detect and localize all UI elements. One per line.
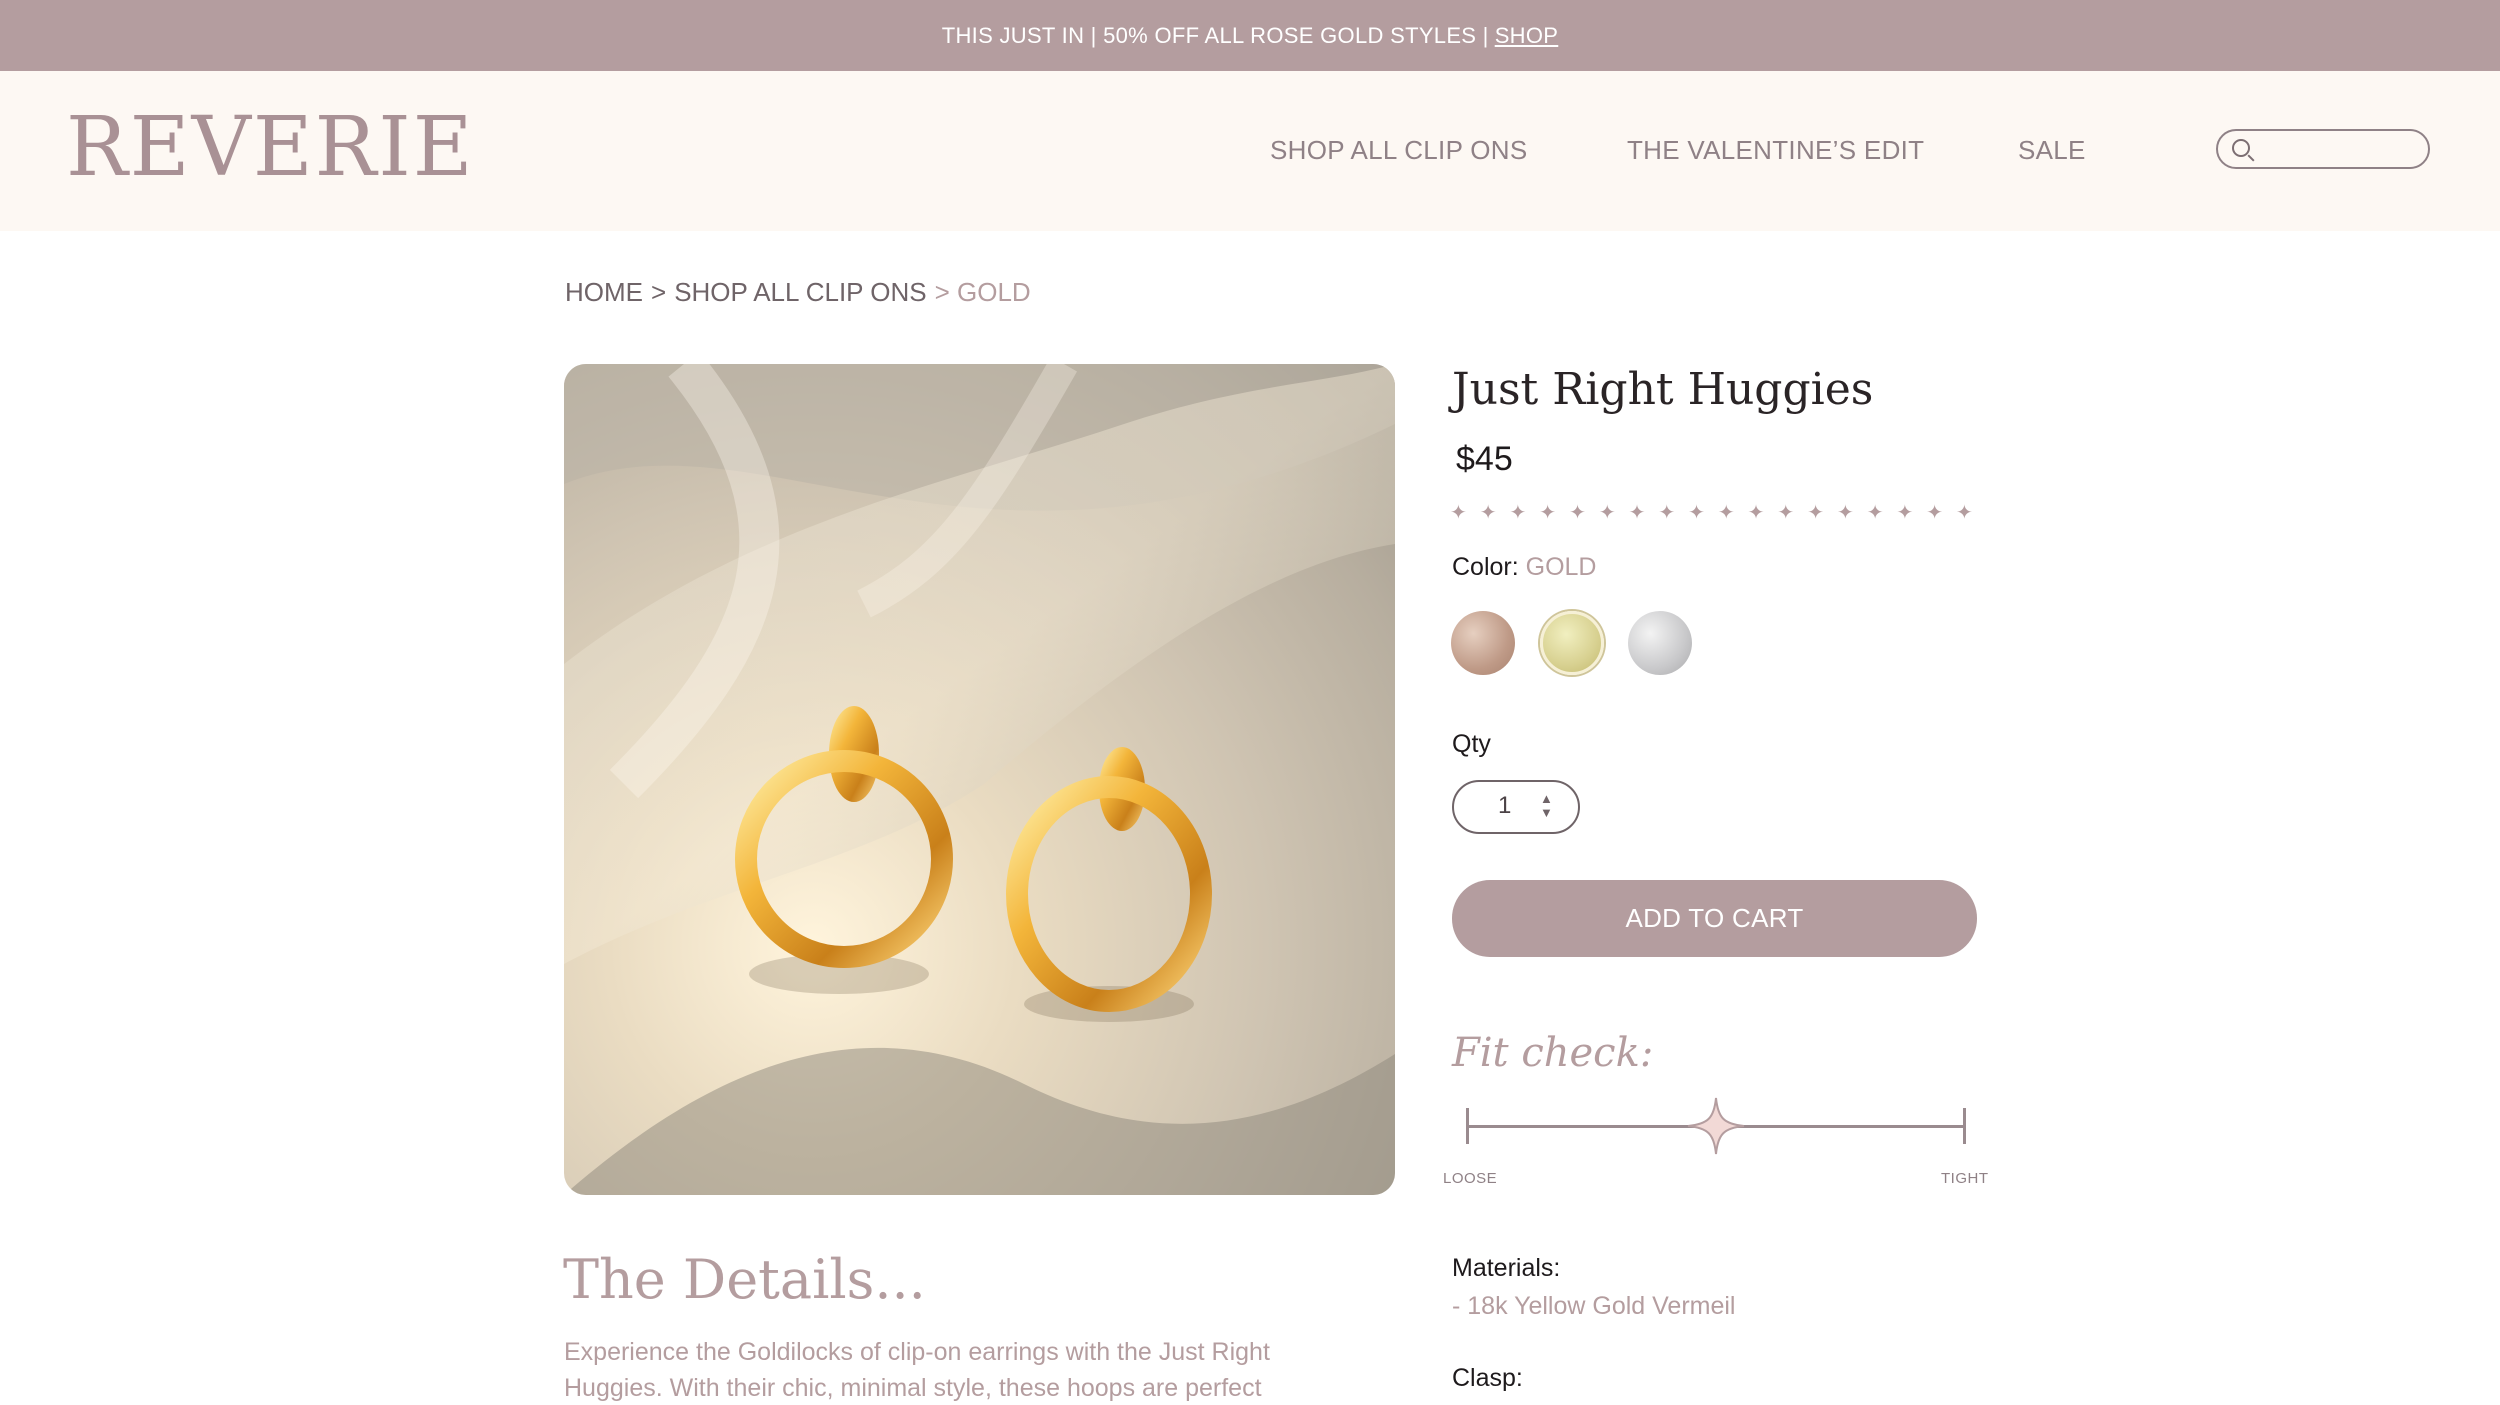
add-to-cart-button[interactable]: ADD TO CART: [1452, 880, 1977, 957]
selected-color: GOLD: [1525, 553, 1597, 581]
sparkle-icon: ✦: [1747, 502, 1765, 524]
fit-slider: [1462, 1096, 1970, 1156]
fit-label-loose: LOOSE: [1443, 1170, 1498, 1187]
sparkle-icon: ✦: [1628, 502, 1646, 524]
logo-text: REVERIE: [66, 100, 475, 195]
sparkle-icon: ✦: [1717, 502, 1735, 524]
fit-slider-end-cap: [1963, 1108, 1966, 1144]
sparkle-icon: ✦: [1836, 502, 1854, 524]
breadcrumb-home[interactable]: HOME: [565, 277, 643, 308]
fit-check-heading: Fit check:: [1452, 1030, 1654, 1076]
color-label-text: Color:: [1452, 553, 1519, 581]
promo-banner-text: THIS JUST IN | 50% OFF ALL ROSE GOLD STY…: [941, 22, 1489, 48]
product-price: $45: [1456, 440, 1513, 478]
product-image[interactable]: [564, 364, 1395, 1195]
nav-valentines-edit[interactable]: THE VALENTINE’S EDIT: [1627, 135, 1924, 166]
quantity-stepper[interactable]: 1 ▲ ▼: [1452, 780, 1580, 834]
details-heading: The Details...: [563, 1248, 926, 1311]
swatch-rose-gold[interactable]: [1451, 611, 1515, 675]
sparkle-icon: ✦: [1866, 502, 1884, 524]
fit-indicator-sparkle-icon: [1687, 1097, 1745, 1155]
sparkle-icon: ✦: [1598, 502, 1616, 524]
sparkle-icon: ✦: [1926, 502, 1944, 524]
search-bar[interactable]: [2216, 129, 2430, 169]
details-description: Experience the Goldilocks of clip-on ear…: [564, 1338, 1270, 1402]
qty-value[interactable]: 1: [1498, 792, 1511, 820]
materials-value: - 18k Yellow Gold Vermeil: [1452, 1292, 1736, 1320]
materials-label: Materials:: [1452, 1254, 1561, 1282]
sparkle-icon: ✦: [1807, 502, 1824, 524]
sparkle-icon: ✦: [1956, 502, 1973, 524]
sparkle-icon: ✦: [1539, 502, 1557, 524]
stepper-arrows-icon[interactable]: ▲ ▼: [1540, 792, 1553, 820]
search-input[interactable]: [2258, 137, 2418, 163]
nav-shop-all-clip-ons[interactable]: SHOP ALL CLIP ONS: [1270, 135, 1528, 166]
swatch-gold[interactable]: [1540, 611, 1604, 675]
breadcrumb: HOME > SHOP ALL CLIP ONS > GOLD: [565, 277, 1031, 308]
sparkle-icon: ✦: [1688, 502, 1705, 524]
nav-sale[interactable]: SALE: [2018, 135, 2086, 166]
search-icon[interactable]: [2232, 139, 2250, 157]
qty-label: Qty: [1452, 730, 1491, 758]
decorative-sparkle-row: ✦ ✦ ✦ ✦ ✦ ✦ ✦ ✦ ✦ ✦ ✦ ✦ ✦ ✦ ✦ ✦ ✦ ✦: [1450, 500, 1973, 525]
sparkle-icon: ✦: [1509, 502, 1527, 524]
sparkle-icon: ✦: [1569, 502, 1586, 524]
site-header: REVERIE SHOP ALL CLIP ONS THE VALENTINE’…: [0, 71, 2500, 231]
color-label: Color: GOLD: [1452, 553, 1597, 582]
sparkle-icon: ✦: [1479, 502, 1497, 524]
clasp-label: Clasp:: [1452, 1364, 1523, 1392]
sparkle-icon: ✦: [1658, 502, 1676, 524]
product-title: Just Right Huggies: [1452, 364, 1874, 415]
promo-banner: THIS JUST IN | 50% OFF ALL ROSE GOLD STY…: [0, 0, 2500, 71]
fit-slider-start-cap: [1466, 1108, 1469, 1144]
earrings-photo: [564, 364, 1395, 1195]
sparkle-icon: ✦: [1777, 502, 1795, 524]
swatch-silver[interactable]: [1628, 611, 1692, 675]
breadcrumb-current: > GOLD: [934, 277, 1031, 307]
sparkle-icon: ✦: [1896, 502, 1914, 524]
promo-shop-link[interactable]: SHOP: [1495, 23, 1559, 49]
logo[interactable]: REVERIE: [66, 107, 475, 189]
breadcrumb-category[interactable]: SHOP ALL CLIP ONS: [674, 277, 926, 308]
sparkle-icon: ✦: [1450, 502, 1467, 524]
fit-label-tight: TIGHT: [1941, 1170, 1989, 1187]
breadcrumb-separator: >: [651, 277, 667, 307]
